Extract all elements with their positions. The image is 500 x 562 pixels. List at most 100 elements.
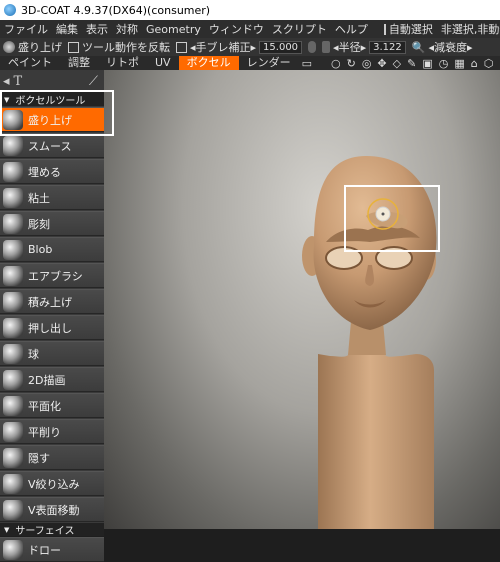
move-icon[interactable]: ✥ xyxy=(377,57,386,70)
tool-options-bar: 盛り上げ ツール動作を反転 ◂手ブレ補正▸ 15.000 ◂半径▸ 3.122 … xyxy=(0,38,500,56)
tool-sphere[interactable]: 球 xyxy=(0,341,104,366)
pen-icon[interactable]: ✎ xyxy=(407,57,416,70)
tool-label: 平面化 xyxy=(28,399,61,413)
tool-extrude[interactable]: 押し出し xyxy=(0,315,104,340)
rotate-icon[interactable]: ↻ xyxy=(347,57,356,70)
tool-clay[interactable]: 粘土 xyxy=(0,185,104,210)
flatten-icon xyxy=(3,395,23,416)
menu-geometry[interactable]: Geometry xyxy=(142,23,205,36)
title-bar: 3D-COAT 4.9.37(DX64)(consumer) xyxy=(0,0,500,20)
pile-icon xyxy=(3,291,23,312)
falloff-label[interactable]: ◂減衰度▸ xyxy=(428,39,472,55)
tool-smooth[interactable]: スムース xyxy=(0,133,104,158)
auto-select-label: 自動選択 xyxy=(388,23,433,36)
tool-blob[interactable]: Blob xyxy=(0,237,104,262)
app-icon xyxy=(4,4,16,16)
tool-label: 平削り xyxy=(28,425,61,439)
tool-label: 彫刻 xyxy=(28,217,50,231)
paint-2d-icon xyxy=(3,369,23,390)
airbrush-icon xyxy=(3,265,23,286)
collapse-arrow-icon: ▼ xyxy=(4,525,10,534)
tool-pile[interactable]: 積み上げ xyxy=(0,289,104,314)
tool-label: 粘土 xyxy=(28,191,50,205)
tool-label: 埋める xyxy=(28,165,61,179)
radius-label[interactable]: ◂半径▸ xyxy=(333,39,366,55)
tool-label: スムース xyxy=(28,139,72,153)
search-icon[interactable]: 🔍 xyxy=(412,41,426,54)
menu-edit[interactable]: 編集 xyxy=(52,21,82,37)
voxel-tools-panel: ◂ T ⟋ ▼ ボクセルツール 盛り上げ スムース 埋める 粘土 彫刻 Blob… xyxy=(0,70,104,562)
clock-icon[interactable]: ◷ xyxy=(439,57,449,70)
invert-tool-checkbox[interactable] xyxy=(68,41,79,53)
home-icon[interactable]: ⌂ xyxy=(471,57,478,70)
tool-label: V絞り込み xyxy=(28,477,80,491)
stabilize-label[interactable]: ◂手ブレ補正▸ xyxy=(190,39,256,55)
text-tool-icon[interactable]: T xyxy=(14,74,23,89)
tab-tweak[interactable]: 調整 xyxy=(60,56,98,70)
mouse-icon xyxy=(308,41,317,53)
tool-plane[interactable]: 平削り xyxy=(0,419,104,444)
node-icon[interactable]: ◎ xyxy=(362,57,372,70)
voxel-model xyxy=(302,156,437,529)
sphere-icon[interactable]: ○ xyxy=(331,57,341,70)
lock-icon[interactable] xyxy=(322,41,331,53)
smooth-icon xyxy=(3,135,23,156)
tool-hide[interactable]: 隠す xyxy=(0,445,104,470)
menu-file[interactable]: ファイル xyxy=(0,21,52,37)
menu-window[interactable]: ウィンドウ xyxy=(205,21,268,37)
viewport-icon[interactable]: ▭ xyxy=(302,57,312,70)
tab-voxel[interactable]: ボクセル xyxy=(178,56,239,70)
radius-value[interactable]: 3.122 xyxy=(369,40,406,54)
clay-icon xyxy=(3,187,23,208)
window-title: 3D-COAT 4.9.37(DX64)(consumer) xyxy=(21,3,211,17)
draw-icon xyxy=(3,539,23,560)
highlight-box-tool xyxy=(0,90,114,136)
tool-airbrush[interactable]: エアブラシ xyxy=(0,263,104,288)
model-torso xyxy=(318,340,434,529)
carve-icon xyxy=(3,213,23,234)
menu-symmetry[interactable]: 対称 xyxy=(112,21,142,37)
tool-label: V表面移動 xyxy=(28,503,80,517)
cube-icon[interactable]: ⬡ xyxy=(484,57,494,70)
tab-uv[interactable]: UV xyxy=(147,56,179,70)
selection-status: 非選択,非動作 xyxy=(440,23,500,36)
panel-collapse-icon[interactable]: ◂ xyxy=(3,74,10,89)
menu-bar: ファイル 編集 表示 対称 Geometry ウィンドウ スクリプト ヘルプ 自… xyxy=(0,20,500,38)
auto-select-checkbox[interactable] xyxy=(383,23,386,35)
tab-paint[interactable]: ペイント xyxy=(0,56,60,70)
hide-icon xyxy=(3,447,23,468)
tool-label: Blob xyxy=(28,243,53,256)
tool-2d-paint[interactable]: 2D描画 xyxy=(0,367,104,392)
sphere-tool-icon xyxy=(3,343,23,364)
tool-v-surface-move[interactable]: V表面移動 xyxy=(0,497,104,522)
menu-help[interactable]: ヘルプ xyxy=(331,21,372,37)
image-icon[interactable]: ▦ xyxy=(454,57,464,70)
section-surface-label: サーフェイス xyxy=(15,526,75,537)
invert-tool-label: ツール動作を反転 xyxy=(82,41,170,54)
tool-draw[interactable]: ドロー xyxy=(0,537,104,562)
tab-render[interactable]: レンダー xyxy=(239,56,299,70)
tab-retopo[interactable]: リトポ xyxy=(98,56,147,70)
3d-viewport[interactable] xyxy=(104,70,500,529)
room-tabs: ペイント 調整 リトポ UV ボクセル レンダー ▭ ○ ↻ ◎ ✥ ◇ ✎ ▣… xyxy=(0,56,500,70)
stabilize-value[interactable]: 15.000 xyxy=(259,40,303,54)
tool-label: 積み上げ xyxy=(28,295,72,309)
stabilize-checkbox[interactable] xyxy=(176,41,187,53)
pinch-icon xyxy=(3,473,23,494)
section-surface[interactable]: ▼ サーフェイス xyxy=(0,523,104,537)
current-tool-name: 盛り上げ xyxy=(18,41,62,54)
tool-label: エアブラシ xyxy=(28,269,83,283)
plane-icon xyxy=(3,421,23,442)
menu-view[interactable]: 表示 xyxy=(82,21,112,37)
tool-label: 押し出し xyxy=(28,321,72,335)
brush-icon[interactable]: ⟋ xyxy=(89,74,98,89)
tool-carve[interactable]: 彫刻 xyxy=(0,211,104,236)
tool-label: 球 xyxy=(28,347,39,361)
frame-icon[interactable]: ▣ xyxy=(422,57,432,70)
scale-icon[interactable]: ◇ xyxy=(393,57,401,70)
tool-v-pinch[interactable]: V絞り込み xyxy=(0,471,104,496)
menu-script[interactable]: スクリプト xyxy=(268,21,331,37)
tool-flatten[interactable]: 平面化 xyxy=(0,393,104,418)
extrude-icon xyxy=(3,317,23,338)
tool-fill[interactable]: 埋める xyxy=(0,159,104,184)
